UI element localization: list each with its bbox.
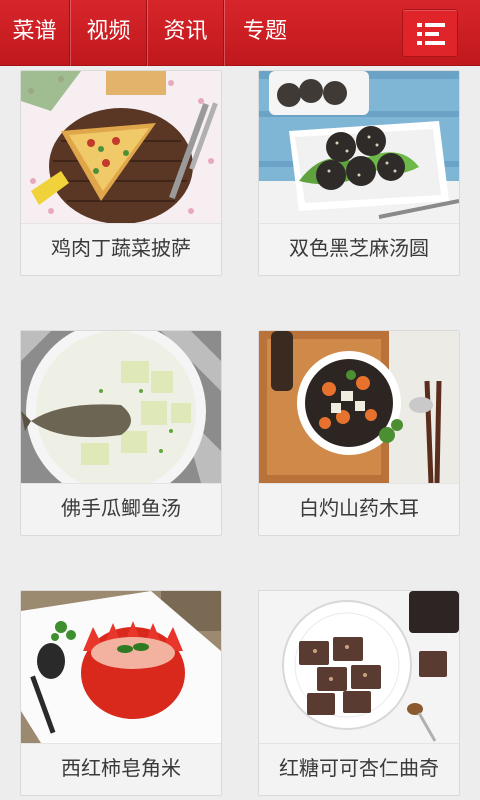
sesame-balls-photo[interactable] — [259, 71, 459, 223]
recipe-title[interactable]: 佛手瓜鲫鱼汤 — [21, 483, 221, 535]
menu-button[interactable] — [402, 9, 458, 57]
recipe-card[interactable]: 西红柿皂角米 — [20, 590, 222, 796]
recipe-card[interactable]: 红糖可可杏仁曲奇 — [258, 590, 460, 796]
recipe-card[interactable]: 鸡肉丁蔬菜披萨 — [20, 70, 222, 276]
tab-videos[interactable]: 视频 — [71, 0, 147, 66]
tab-news[interactable]: 资讯 — [148, 0, 224, 66]
tab-topics[interactable]: 专题 — [225, 0, 305, 66]
tomato-dessert-photo[interactable] — [21, 591, 221, 743]
recipe-title[interactable]: 红糖可可杏仁曲奇 — [259, 743, 459, 795]
recipe-title[interactable]: 白灼山药木耳 — [259, 483, 459, 535]
fish-soup-photo[interactable] — [21, 331, 221, 483]
recipe-title[interactable]: 西红柿皂角米 — [21, 743, 221, 795]
recipe-title[interactable]: 双色黑芝麻汤圆 — [259, 223, 459, 275]
recipe-card[interactable]: 双色黑芝麻汤圆 — [258, 70, 460, 276]
tab-recipes[interactable]: 菜谱 — [0, 0, 70, 66]
recipe-card[interactable]: 佛手瓜鲫鱼汤 — [20, 330, 222, 536]
menu-list-icon — [417, 23, 445, 45]
recipe-title[interactable]: 鸡肉丁蔬菜披萨 — [21, 223, 221, 275]
top-navigation-bar: 菜谱 视频 资讯 专题 — [0, 0, 480, 66]
cocoa-cookies-photo[interactable] — [259, 591, 459, 743]
yam-fungus-photo[interactable] — [259, 331, 459, 483]
recipe-card[interactable]: 白灼山药木耳 — [258, 330, 460, 536]
pizza-photo[interactable] — [21, 71, 221, 223]
